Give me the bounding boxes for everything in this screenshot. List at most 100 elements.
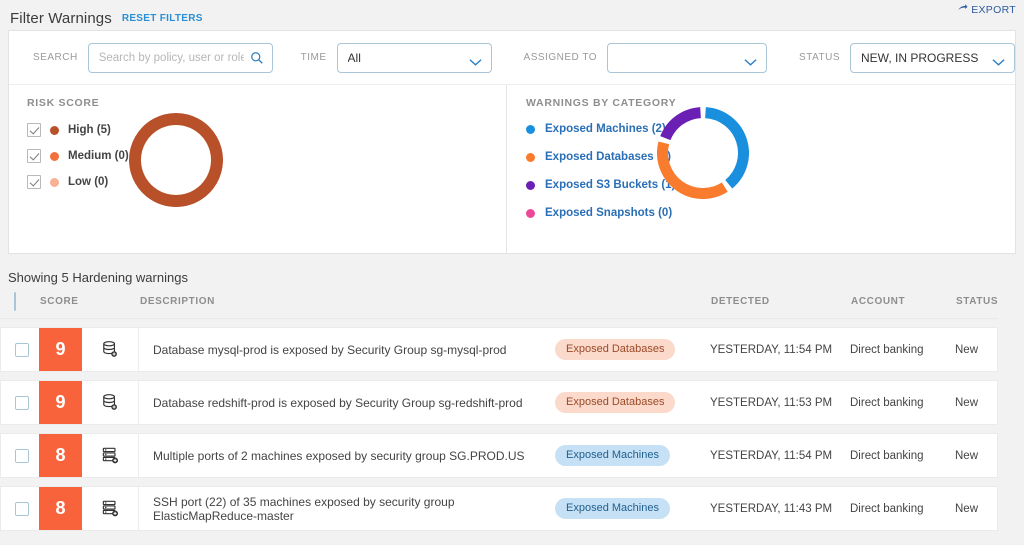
row-select-cell bbox=[15, 381, 41, 424]
row-select-cell bbox=[15, 487, 41, 530]
risk-color-dot bbox=[50, 125, 59, 135]
risk-filter-checkbox[interactable] bbox=[27, 149, 41, 163]
score-badge: 8 bbox=[39, 434, 82, 477]
category-tag-cell: Exposed Machines bbox=[555, 487, 710, 530]
database-icon bbox=[82, 381, 139, 424]
database-icon bbox=[82, 328, 139, 371]
account-cell: Direct banking bbox=[850, 449, 924, 462]
description-cell[interactable]: SSH port (22) of 35 machines exposed by … bbox=[139, 487, 555, 530]
score-badge: 9 bbox=[39, 328, 82, 371]
table-row[interactable]: 8 Multiple ports of 2 machines exposed by… bbox=[0, 433, 998, 478]
account-cell: Direct banking bbox=[850, 396, 924, 409]
risk-score-panel: RISK SCORE High (5) Medium (0) Low (0) bbox=[9, 85, 507, 253]
assigned-to-label: ASSIGNED TO bbox=[523, 52, 598, 63]
table-header-row: SCORE DESCRIPTION DETECTED ACCOUNT STATU… bbox=[0, 285, 998, 319]
risk-filter-row[interactable]: High (5) bbox=[27, 123, 506, 137]
detected-cell: YESTERDAY, 11:54 PM bbox=[710, 343, 833, 356]
risk-filter-row[interactable]: Medium (0) bbox=[27, 149, 506, 163]
status-badge[interactable]: Exposed Databases bbox=[555, 392, 676, 413]
description-cell[interactable]: Database redshift-prod is exposed by Sec… bbox=[139, 381, 555, 424]
risk-score-title: RISK SCORE bbox=[27, 97, 100, 109]
detected-cell: YESTERDAY, 11:53 PM bbox=[710, 396, 833, 409]
status-select[interactable]: NEW, IN PROGRESS bbox=[850, 42, 1015, 73]
risk-filter-label: Medium (0) bbox=[68, 150, 129, 162]
status-badge[interactable]: Exposed Machines bbox=[555, 498, 670, 519]
row-checkbox[interactable] bbox=[15, 342, 29, 357]
column-header-description[interactable]: DESCRIPTION bbox=[140, 296, 556, 307]
export-label: EXPORT bbox=[971, 4, 1016, 16]
column-header-score[interactable]: SCORE bbox=[40, 296, 140, 307]
category-legend: Exposed Machines (2) Exposed Databases (2… bbox=[526, 123, 1015, 219]
assigned-to-select[interactable] bbox=[607, 42, 768, 73]
export-button[interactable]: EXPORT bbox=[957, 3, 1016, 17]
score-cell: 8 bbox=[39, 434, 139, 477]
row-status-cell: New bbox=[955, 396, 979, 409]
category-legend-label: Exposed Snapshots (0) bbox=[545, 207, 673, 219]
warnings-table: SCORE DESCRIPTION DETECTED ACCOUNT STATU… bbox=[0, 285, 998, 531]
category-color-dot bbox=[526, 152, 535, 162]
results-count: Showing 5 Hardening warnings bbox=[8, 270, 188, 285]
account-cell: Direct banking bbox=[850, 502, 924, 515]
category-legend-label: Exposed Machines (2) bbox=[545, 123, 666, 135]
search-input-wrapper[interactable] bbox=[87, 42, 273, 73]
risk-filter-label: Low (0) bbox=[68, 176, 109, 188]
category-legend-row[interactable]: Exposed Databases (2) bbox=[526, 151, 1015, 163]
risk-score-legend: High (5) Medium (0) Low (0) bbox=[27, 123, 506, 189]
status-badge[interactable]: Exposed Machines bbox=[555, 445, 670, 466]
detected-cell: YESTERDAY, 11:43 PM bbox=[710, 502, 833, 515]
category-legend-row[interactable]: Exposed Machines (2) bbox=[526, 123, 1015, 135]
category-donut-chart bbox=[657, 107, 749, 204]
category-color-dot bbox=[526, 124, 535, 134]
table-row[interactable]: 9 Database redshift-prod is exposed by Se… bbox=[0, 380, 998, 425]
page-header: Filter Warnings RESET FILTERS EXPORT bbox=[0, 0, 1024, 30]
row-status-cell: New bbox=[955, 449, 979, 462]
status-label: STATUS bbox=[799, 52, 840, 63]
reset-filters-button[interactable]: RESET FILTERS bbox=[122, 13, 203, 24]
description-cell[interactable]: Database mysql-prod is exposed by Securi… bbox=[139, 328, 555, 371]
risk-filter-label: High (5) bbox=[68, 124, 111, 136]
risk-color-dot bbox=[50, 177, 59, 187]
search-input[interactable] bbox=[98, 51, 244, 64]
share-arrow-icon bbox=[957, 3, 968, 17]
category-legend-row[interactable]: Exposed Snapshots (0) bbox=[526, 207, 1015, 219]
risk-filter-row[interactable]: Low (0) bbox=[27, 175, 506, 189]
row-checkbox[interactable] bbox=[15, 501, 29, 516]
risk-score-donut-chart bbox=[129, 113, 223, 212]
column-header-status[interactable]: STATUS bbox=[956, 296, 998, 307]
risk-filter-checkbox[interactable] bbox=[27, 175, 41, 189]
category-color-dot bbox=[526, 208, 535, 218]
status-badge[interactable]: Exposed Databases bbox=[555, 339, 676, 360]
row-status-cell: New bbox=[955, 343, 979, 356]
description-cell[interactable]: Multiple ports of 2 machines exposed by … bbox=[139, 434, 555, 477]
filter-bar: SEARCH TIME All ASSIGNED TO STATUS NEW, … bbox=[8, 30, 1016, 84]
server-stack-icon bbox=[82, 434, 139, 477]
time-label: TIME bbox=[300, 52, 327, 63]
warnings-by-category-panel: WARNINGS BY CATEGORY Exposed Machines (2… bbox=[507, 85, 1015, 253]
warnings-table-area: Showing 5 Hardening warnings SCORE DESCR… bbox=[0, 254, 1024, 531]
category-color-dot bbox=[526, 180, 535, 190]
row-checkbox[interactable] bbox=[15, 448, 29, 463]
column-header-account[interactable]: ACCOUNT bbox=[851, 296, 956, 307]
risk-filter-checkbox[interactable] bbox=[27, 123, 41, 137]
page-title: Filter Warnings bbox=[10, 9, 112, 27]
chevron-down-icon bbox=[744, 54, 757, 72]
row-status-cell: New bbox=[955, 502, 979, 515]
table-body: 9 Database mysql-prod is exposed by Secur… bbox=[0, 319, 998, 531]
row-checkbox[interactable] bbox=[15, 395, 29, 410]
category-legend-row[interactable]: Exposed S3 Buckets (1) bbox=[526, 179, 1015, 191]
table-row[interactable]: 9 Database mysql-prod is exposed by Secur… bbox=[0, 327, 998, 372]
score-cell: 9 bbox=[39, 381, 139, 424]
category-tag-cell: Exposed Databases bbox=[555, 381, 710, 424]
category-legend-label: Exposed S3 Buckets (1) bbox=[545, 179, 676, 191]
time-select[interactable]: All bbox=[336, 42, 492, 73]
table-row[interactable]: 8 SSH port (22) of 35 machines exposed by… bbox=[0, 486, 998, 531]
select-all-checkbox[interactable] bbox=[14, 291, 16, 311]
category-tag-cell: Exposed Machines bbox=[555, 434, 710, 477]
score-cell: 9 bbox=[39, 328, 139, 371]
score-badge: 8 bbox=[39, 487, 82, 530]
column-header-detected[interactable]: DETECTED bbox=[711, 296, 851, 307]
chevron-down-icon bbox=[992, 54, 1005, 72]
warnings-by-category-title: WARNINGS BY CATEGORY bbox=[526, 97, 677, 109]
category-tag-cell: Exposed Databases bbox=[555, 328, 710, 371]
chevron-down-icon bbox=[469, 54, 482, 72]
